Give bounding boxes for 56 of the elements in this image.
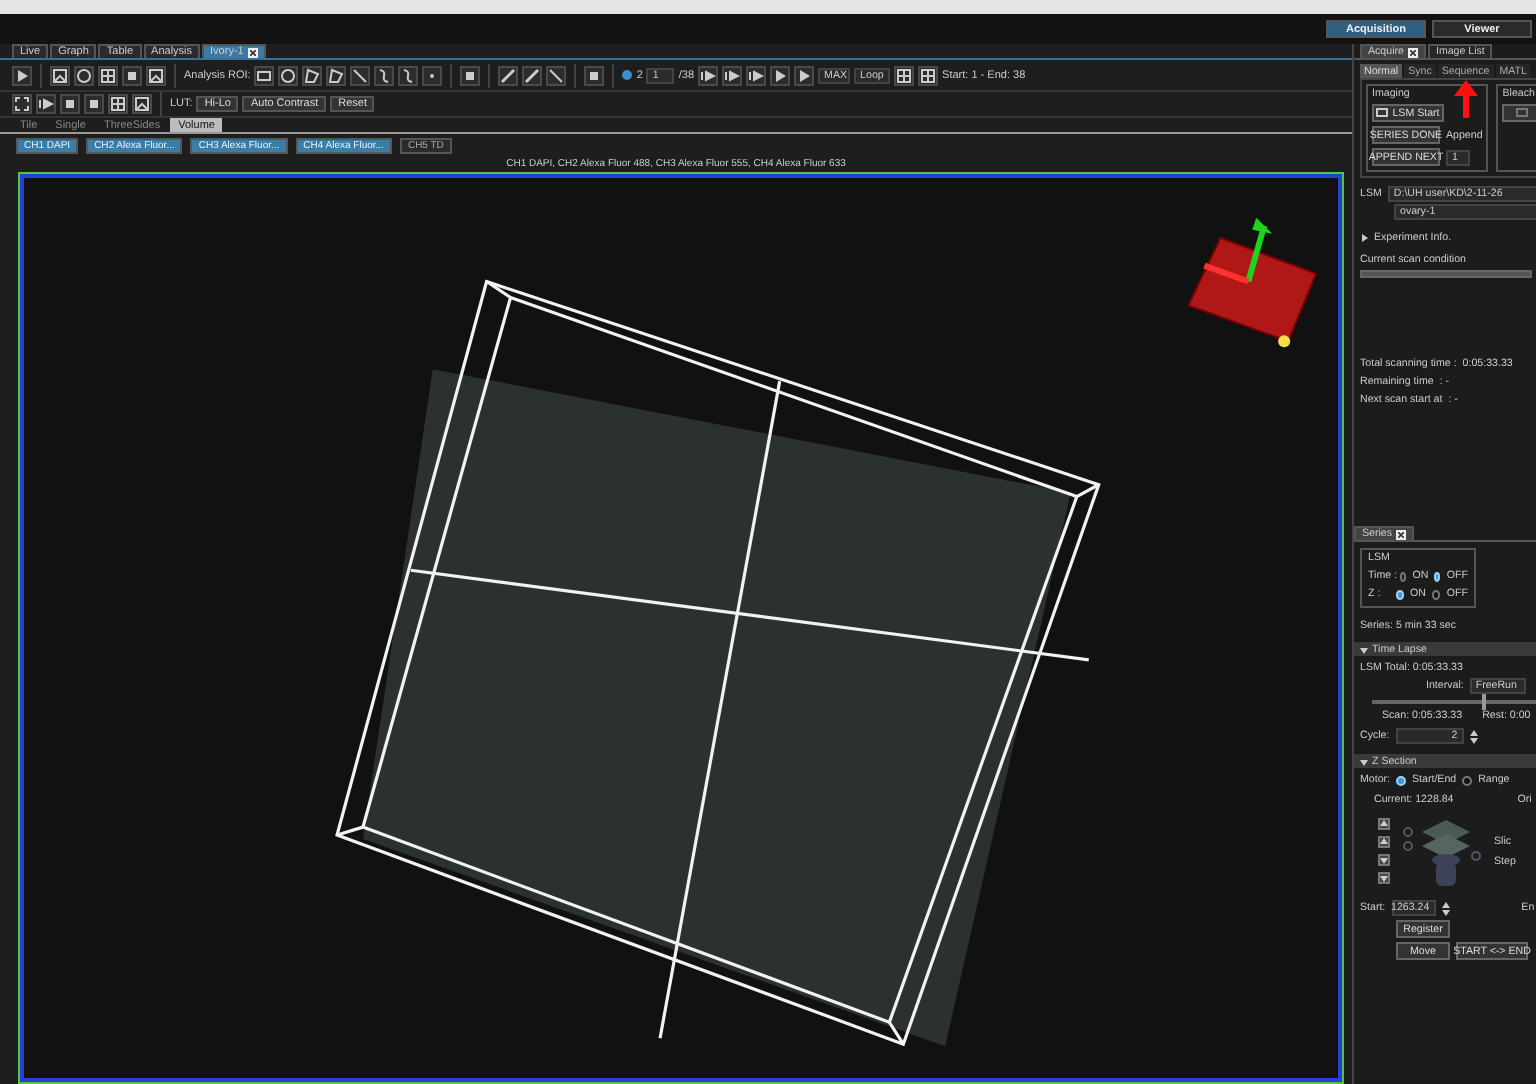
curve-icon[interactable]: [374, 65, 395, 85]
close-icon[interactable]: [1396, 529, 1407, 539]
radio-button[interactable]: [1434, 571, 1441, 581]
grid-icon[interactable]: [918, 65, 939, 85]
up-arrow-icon: [1380, 820, 1388, 828]
up-arrow-button[interactable]: [1378, 836, 1390, 848]
down-arrow-button[interactable]: [1378, 854, 1390, 866]
pencil-icon[interactable]: [498, 65, 519, 85]
down-arrow-icon: [1380, 856, 1388, 864]
play-icon[interactable]: [770, 65, 791, 85]
z-dot-icon: [622, 70, 633, 80]
close-icon[interactable]: [1407, 47, 1418, 57]
pointer-arrow: [1454, 80, 1478, 118]
top-arrow-button[interactable]: [1378, 818, 1390, 830]
slider-thumb[interactable]: [1482, 694, 1487, 710]
line-icon[interactable]: [350, 65, 371, 85]
step-icon[interactable]: [698, 65, 719, 85]
fit-icon[interactable]: [12, 94, 32, 114]
radio-button[interactable]: [1396, 775, 1407, 785]
collapse-icon: [1360, 757, 1368, 765]
curve-icon[interactable]: [398, 65, 419, 85]
image-icon[interactable]: [50, 65, 70, 85]
grid-icon[interactable]: [108, 94, 128, 114]
step-icon[interactable]: [746, 65, 767, 85]
bleach-start-button[interactable]: [1502, 104, 1536, 122]
radio-button[interactable]: [1431, 589, 1441, 599]
play-icon[interactable]: [12, 65, 32, 85]
circle-icon[interactable]: [278, 65, 299, 85]
grid-icon[interactable]: [894, 65, 915, 85]
radio-button[interactable]: [1395, 589, 1405, 599]
pencil-icon[interactable]: [522, 65, 543, 85]
expand-icon: [1360, 234, 1368, 242]
circle-icon[interactable]: [74, 65, 94, 85]
polygon-icon[interactable]: [302, 65, 323, 85]
step-icon[interactable]: [722, 65, 743, 85]
close-icon[interactable]: [247, 47, 258, 57]
orientation-cube-icon: [1187, 217, 1318, 348]
play-icon[interactable]: [794, 65, 815, 85]
collapse-icon: [1360, 645, 1368, 653]
monitor-icon: [1516, 108, 1529, 118]
down-arrow-icon: [1380, 874, 1388, 882]
up-arrow-icon: [1380, 838, 1388, 846]
radio-button[interactable]: [1462, 775, 1473, 785]
image-icon[interactable]: [132, 94, 152, 114]
step-icon[interactable]: [36, 94, 56, 114]
monitor-icon: [1376, 108, 1389, 118]
bottom-arrow-button[interactable]: [1378, 872, 1390, 884]
line-icon[interactable]: [546, 65, 567, 85]
grid-icon[interactable]: [98, 65, 118, 85]
image-icon[interactable]: [146, 65, 166, 85]
radio-button[interactable]: [1400, 571, 1407, 581]
rectangle-icon[interactable]: [254, 65, 275, 85]
volume-viewer[interactable]: [20, 174, 1342, 1082]
spinner-icon[interactable]: [1469, 729, 1478, 743]
spinner-icon[interactable]: [1441, 901, 1450, 915]
polygon-icon[interactable]: [326, 65, 347, 85]
